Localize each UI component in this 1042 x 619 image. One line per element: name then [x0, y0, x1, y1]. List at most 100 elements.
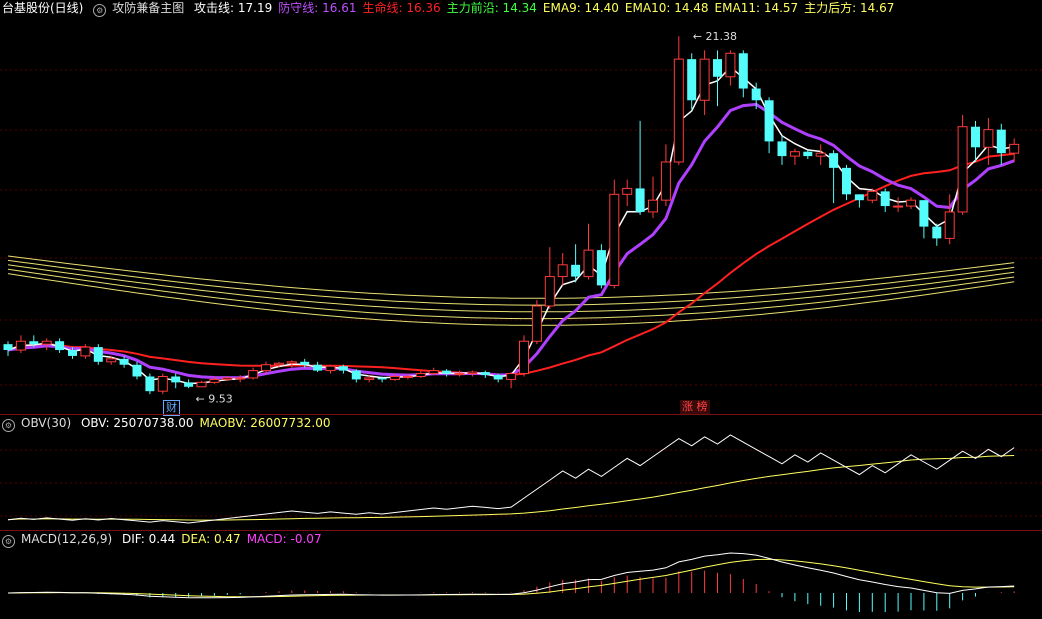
candle-body: [235, 377, 246, 380]
candle-body: [519, 340, 529, 375]
candle-body: [377, 377, 387, 380]
candle-body: [673, 58, 684, 163]
candle-body: [906, 199, 916, 207]
candle-body: [919, 200, 929, 227]
candle-body: [583, 249, 594, 278]
dea-series: [7, 558, 1015, 598]
macd-indicator-name[interactable]: MACD(12,26,9): [21, 532, 112, 546]
main-legend-item: 主力前沿: 14.34: [446, 1, 537, 15]
candle-body: [622, 187, 633, 195]
obv-legend-item: MAOBV: 26007732.00: [199, 416, 331, 430]
candle-body: [171, 376, 181, 383]
candle-body: [803, 151, 813, 157]
candle-body: [442, 370, 452, 374]
candle-body: [609, 193, 620, 286]
defense-line-series: [7, 102, 1015, 380]
candle-body: [571, 264, 581, 277]
candle-body: [764, 100, 774, 142]
candle-body: [751, 88, 761, 101]
candle-body: [971, 126, 980, 148]
candle-body: [415, 373, 426, 377]
candle-body: [557, 264, 568, 278]
lifeline-series: [7, 152, 1015, 376]
candle-body: [184, 382, 194, 387]
obv-legend: ⚙ OBV(30) OBV: 25070738.00 MAOBV: 26007732…: [0, 415, 342, 432]
candle-body: [944, 211, 955, 239]
candle-body: [248, 370, 259, 379]
stock-name[interactable]: 台基股份(日线): [2, 1, 83, 15]
candle-body: [777, 141, 787, 157]
candle-body: [145, 376, 155, 392]
candle-body: [222, 377, 233, 380]
main-legend-item: 生命线: 16.36: [362, 1, 441, 15]
main-chart[interactable]: ← 21.38 ← 9.53: [0, 0, 1042, 414]
main-legend-item: 防守线: 16.61: [278, 1, 357, 15]
candle-body: [261, 364, 271, 372]
main-legend-item: 攻击线: 17.19: [194, 1, 273, 15]
settings-gear-icon[interactable]: ⚙: [2, 535, 15, 548]
main-chart-pane[interactable]: ← 21.38 ← 9.53 台基股份(日线) ⚙ 攻防兼备主图 攻击线: 17.1…: [0, 0, 1042, 416]
dif-series: [7, 552, 1015, 599]
obv-pane[interactable]: ⚙ OBV(30) OBV: 25070738.00 MAOBV: 26007732…: [0, 415, 1042, 530]
candle-body: [351, 370, 361, 380]
candle-body: [106, 358, 117, 363]
candle-body: [713, 59, 722, 77]
candle-body: [313, 364, 323, 371]
candle-body: [932, 226, 942, 239]
settings-gear-icon[interactable]: ⚙: [2, 419, 15, 432]
main-legend: 台基股份(日线) ⚙ 攻防兼备主图 攻击线: 17.19 防守线: 16.61 生命线…: [0, 0, 906, 17]
candle-body: [132, 364, 142, 377]
candle-body: [467, 371, 478, 375]
candle-body: [957, 126, 968, 213]
candle-body: [80, 346, 91, 357]
macd-legend: ⚙ MACD(12,26,9) DIF: 0.44 DEA: 0.47 MACD: -…: [0, 531, 334, 548]
candle-body: [41, 340, 52, 345]
candle-body: [29, 341, 39, 345]
macd-pane[interactable]: ⚙ MACD(12,26,9) DIF: 0.44 DEA: 0.47 MACD: -…: [0, 531, 1042, 619]
candle-body: [842, 167, 851, 195]
indicator-name[interactable]: 攻防兼备主图: [112, 1, 184, 15]
main-legend-item: 主力后方: 14.67: [804, 1, 895, 15]
maobv-series: [7, 455, 1015, 521]
candle-body: [273, 362, 284, 366]
candle-body: [867, 190, 878, 201]
candle-body: [338, 366, 348, 371]
candle-body: [829, 153, 839, 168]
candle-body: [660, 161, 671, 201]
limit-up-list-badge[interactable]: 涨 榜: [680, 400, 710, 414]
candle-body: [428, 370, 439, 375]
obv-chart[interactable]: [0, 415, 1042, 530]
candle-body: [635, 188, 645, 212]
candle-body: [209, 378, 220, 383]
candle-body: [157, 375, 168, 392]
macd-legend-item: DIF: 0.44: [121, 532, 176, 546]
candle-body: [544, 276, 555, 307]
candle-body: [893, 205, 904, 208]
candle-body: [364, 377, 375, 380]
candle-body: [390, 375, 400, 380]
main-legend-item: EMA9: 14.40: [542, 1, 619, 15]
low-price-label: ← 9.53: [196, 392, 233, 405]
ema-band-line: [7, 273, 1015, 326]
candle-body: [325, 365, 336, 372]
main-legend-item: EMA11: 14.57: [714, 1, 799, 15]
candle-body: [725, 52, 736, 78]
candle-body: [815, 152, 826, 157]
candle-body: [493, 375, 503, 380]
candle-body: [789, 151, 800, 157]
candle-body: [68, 350, 77, 356]
obv-legend-item: OBV: 25070738.00: [80, 416, 194, 430]
candle-body: [996, 129, 1006, 154]
candle-body: [15, 340, 26, 351]
candle-body: [880, 191, 890, 207]
candle-body: [531, 305, 542, 342]
candle-body: [300, 361, 310, 365]
candle-body: [596, 250, 606, 286]
candle-body: [402, 375, 413, 378]
obv-indicator-name[interactable]: OBV(30): [21, 416, 71, 430]
settings-gear-icon[interactable]: ⚙: [93, 4, 107, 17]
attack-line-series: [7, 66, 1015, 385]
obv-series: [7, 434, 1015, 524]
candle-body: [854, 194, 864, 201]
candle-body: [480, 372, 490, 376]
